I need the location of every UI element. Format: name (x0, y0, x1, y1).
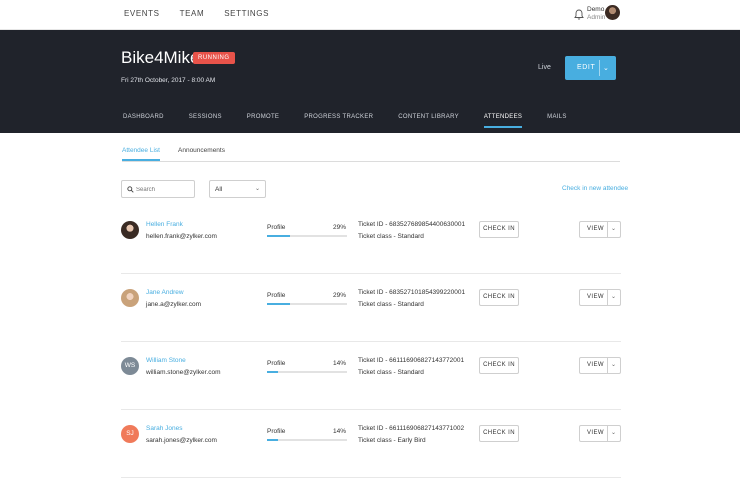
view-button-label: VIEW (587, 294, 604, 300)
search-icon (127, 186, 134, 193)
event-title: Bike4Mike (121, 48, 200, 67)
profile-progress-bar (267, 439, 347, 441)
edit-button-label: EDIT (577, 64, 596, 71)
event-date: Fri 27th October, 2017 - 8:00 AM (121, 77, 216, 84)
event-header: Bike4Mike RUNNING Fri 27th October, 2017… (0, 30, 740, 133)
ticket-class: Ticket class - Early Bird (358, 437, 426, 444)
profile-percent: 29% (333, 292, 347, 299)
avatar: WS (121, 357, 139, 375)
tab-content-library[interactable]: CONTENT LIBRARY (398, 114, 459, 128)
profile-progress-fill (267, 439, 279, 441)
avatar (121, 221, 139, 239)
check-in-button[interactable]: CHECK IN (479, 289, 519, 306)
ticket-id: Ticket ID - 6835271018543992200​01 (358, 289, 466, 296)
user-menu[interactable]: Demo Admin (587, 6, 605, 22)
chevron-down-icon[interactable]: ⌄ (611, 225, 616, 232)
status-badge: RUNNING (193, 52, 235, 64)
chevron-down-icon: ⌄ (255, 186, 261, 192)
view-button-label: VIEW (587, 430, 604, 436)
check-in-button[interactable]: CHECK IN (479, 425, 519, 442)
chevron-down-icon[interactable]: ⌄ (611, 293, 616, 300)
ticket-class: Ticket class - Standard (358, 301, 424, 308)
profile-progress-bar (267, 371, 347, 373)
view-button-divider (607, 426, 608, 441)
view-button-label: VIEW (587, 226, 604, 232)
profile-progress-fill (267, 371, 279, 373)
ticket-id: Ticket ID - 6611169068271437720​01 (358, 357, 465, 364)
chevron-down-icon[interactable]: ⌄ (611, 361, 616, 368)
search-input[interactable] (136, 184, 192, 195)
profile-percent: 14% (333, 360, 347, 367)
check-in-new-attendee-link[interactable]: Check in new attendee (562, 185, 628, 192)
filter-value: All (215, 186, 223, 193)
attendee-name[interactable]: Sarah Jones (146, 425, 183, 432)
user-role: Admin (587, 14, 606, 21)
subtab-announcements[interactable]: Announcements (178, 147, 225, 159)
edit-button-divider (599, 60, 600, 76)
attendee-email: sarah.jones@zylker.com (146, 437, 217, 444)
attendee-email: hellen.frank@zylker.com (146, 233, 217, 240)
nav-settings[interactable]: SETTINGS (224, 9, 269, 18)
profile-progress-bar (267, 235, 347, 237)
user-name: Demo (587, 6, 605, 13)
tab-attendees[interactable]: ATTENDEES (483, 114, 523, 128)
check-in-button[interactable]: CHECK IN (479, 357, 519, 374)
attendee-email: william.stone@zylker.com (146, 369, 221, 376)
top-nav: EVENTS TEAM SETTINGS (124, 9, 269, 18)
avatar: SJ (121, 425, 139, 443)
profile-percent: 29% (333, 224, 347, 231)
live-label: Live (538, 64, 551, 71)
view-button-divider (607, 290, 608, 305)
profile-label: Profile (267, 428, 286, 435)
view-button-divider (607, 222, 608, 237)
view-button[interactable]: VIEW ⌄ (579, 221, 621, 238)
attendee-row: Jane Andrew jane.a@zylker.com Profile 29… (121, 274, 621, 342)
profile-percent: 14% (333, 428, 347, 435)
view-button[interactable]: VIEW ⌄ (579, 425, 621, 442)
attendee-subtabs: Attendee List Announcements (122, 147, 620, 162)
view-button[interactable]: VIEW ⌄ (579, 289, 621, 306)
view-button-label: VIEW (587, 362, 604, 368)
top-bar: EVENTS TEAM SETTINGS Demo Admin (0, 0, 740, 30)
attendee-name[interactable]: Hellen Frank (146, 221, 183, 228)
bell-icon[interactable] (574, 9, 584, 20)
nav-team[interactable]: TEAM (180, 9, 205, 18)
attendee-name[interactable]: Jane Andrew (146, 289, 184, 296)
profile-label: Profile (267, 360, 286, 367)
attendee-row: SJ Sarah Jones sarah.jones@zylker.com Pr… (121, 410, 621, 478)
tab-progress-tracker[interactable]: PROGRESS TRACKER (304, 114, 373, 128)
ticket-id: Ticket ID - 6611169068271437710​02 (358, 425, 465, 432)
check-in-button[interactable]: CHECK IN (479, 221, 519, 238)
view-button[interactable]: VIEW ⌄ (579, 357, 621, 374)
tab-sessions[interactable]: SESSIONS (189, 114, 222, 128)
ticket-class: Ticket class - Standard (358, 233, 424, 240)
avatar (121, 289, 139, 307)
nav-events[interactable]: EVENTS (124, 9, 160, 18)
chevron-down-icon[interactable]: ⌄ (603, 64, 609, 72)
status-filter-select[interactable]: All ⌄ (209, 180, 266, 198)
subtab-attendee-list[interactable]: Attendee List (122, 147, 160, 161)
search-box[interactable] (121, 180, 195, 198)
profile-progress-fill (267, 303, 291, 305)
profile-progress-bar (267, 303, 347, 305)
profile-progress-fill (267, 235, 291, 237)
tab-promote[interactable]: PROMOTE (247, 114, 279, 128)
edit-button[interactable]: EDIT ⌄ (565, 56, 616, 80)
attendee-email: jane.a@zylker.com (146, 301, 202, 308)
attendee-name[interactable]: William Stone (146, 357, 186, 364)
ticket-id: Ticket ID - 6835276898544006300​01 (358, 221, 466, 228)
profile-label: Profile (267, 224, 286, 231)
chevron-down-icon[interactable]: ⌄ (611, 429, 616, 436)
user-avatar[interactable] (605, 5, 620, 20)
ticket-class: Ticket class - Standard (358, 369, 424, 376)
profile-label: Profile (267, 292, 286, 299)
view-button-divider (607, 358, 608, 373)
tab-mails[interactable]: MAILS (547, 114, 567, 128)
attendee-row: Hellen Frank hellen.frank@zylker.com Pro… (121, 206, 621, 274)
tab-dashboard[interactable]: DASHBOARD (123, 114, 164, 128)
attendee-row: WS William Stone william.stone@zylker.co… (121, 342, 621, 410)
event-tabs: DASHBOARD SESSIONS PROMOTE PROGRESS TRAC… (123, 114, 592, 128)
